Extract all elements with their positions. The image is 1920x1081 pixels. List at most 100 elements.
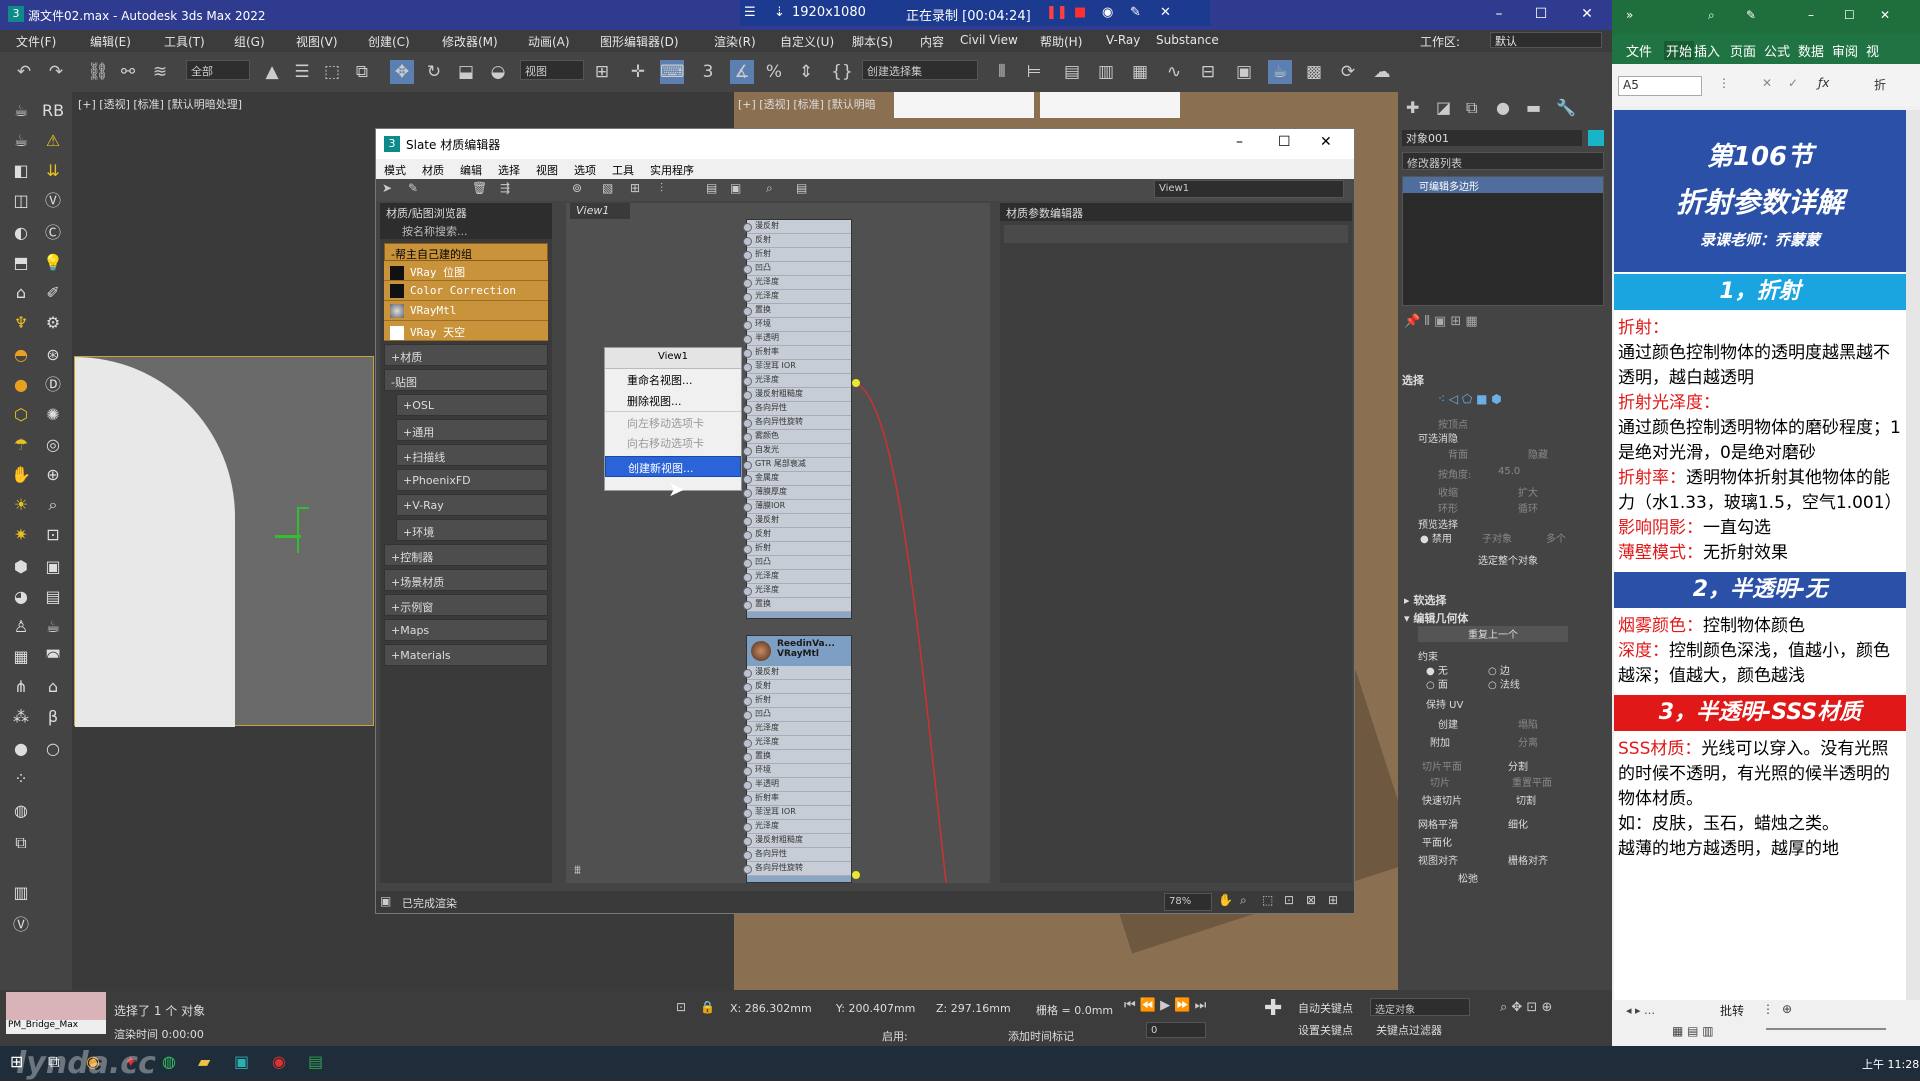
minimize-button[interactable]: – [1484, 4, 1514, 24]
xl-tab-home[interactable]: 开始 [1664, 41, 1695, 60]
add-key-icon[interactable]: ✚ [1264, 996, 1282, 1021]
excel-taskbar-icon[interactable]: ▤ [308, 1052, 323, 1071]
close-button[interactable]: ✕ [1572, 4, 1602, 24]
menu-tools[interactable]: 工具(T) [164, 33, 205, 50]
by-vertex-checkbox[interactable]: 按顶点 [1438, 416, 1468, 431]
warning-icon[interactable]: ⚠ [40, 128, 66, 154]
xl-close-button[interactable]: ✕ [1880, 8, 1890, 22]
vray-sphere-icon[interactable]: ◐ [8, 220, 34, 246]
object-color-swatch[interactable] [1588, 130, 1604, 146]
fit-icon[interactable]: ⊞ [1328, 893, 1338, 907]
function-icon[interactable]: ƒx [1818, 76, 1829, 90]
preserve-uv-checkbox[interactable]: 保持 UV [1426, 696, 1463, 711]
slate-close-button[interactable]: ✕ [1320, 134, 1332, 150]
subgroup-environment[interactable]: +环境 [396, 519, 548, 541]
placement-icon[interactable]: ◒ [486, 60, 510, 84]
rect-selection-icon[interactable]: ⬚ [320, 60, 344, 84]
target-icon[interactable]: ⊕ [40, 462, 66, 488]
excel-sheet-content[interactable]: 第106节 折射参数详解 录课老师：乔蒙蒙 1，折射 折射： 通过颜色控制物体的透… [1614, 110, 1906, 1000]
collapse-button[interactable]: 塌陷 [1518, 716, 1538, 731]
more-icon[interactable]: ⋮ [1718, 76, 1730, 90]
coord-y-field[interactable]: Y: 200.407mm [836, 1002, 915, 1015]
view-align-button[interactable]: 视图对齐 [1418, 852, 1458, 867]
display-tab-icon[interactable]: ▬ [1526, 98, 1541, 117]
group-controllers[interactable]: +控制器 [384, 544, 548, 566]
view-mode-icons[interactable]: ▦ ▤ ▥ [1672, 1024, 1714, 1038]
menu-help[interactable]: 帮助(H) [1040, 33, 1082, 50]
vray-camera-icon[interactable]: ◧ [8, 158, 34, 184]
grow-button[interactable]: 扩大 [1518, 484, 1538, 499]
spinner-snap-icon[interactable]: ⇕ [794, 60, 818, 84]
close-recorder-icon[interactable]: ✕ [1160, 5, 1171, 20]
3dsmax-taskbar-icon[interactable]: ▣ [234, 1052, 249, 1071]
select-tool-icon[interactable]: ➤ [382, 181, 392, 195]
lock-icon[interactable]: 🔒 [700, 1000, 715, 1014]
pause-icon[interactable]: ❚❚ [1046, 5, 1068, 20]
grass-icon[interactable]: ⋔ [8, 674, 34, 700]
select-object-icon[interactable]: ▲ [260, 60, 284, 84]
pin-stack-icon[interactable]: 📌 ⫴ ▣ ⊞ ▦ [1404, 314, 1478, 329]
coord-z-field[interactable]: Z: 297.16mm [936, 1002, 1011, 1015]
modify-tab-icon[interactable]: ◪ [1436, 98, 1451, 117]
sparkle-icon[interactable]: ✷ [8, 522, 34, 548]
modifier-list-dropdown[interactable]: 修改器列表 [1402, 152, 1604, 170]
zoom-level-dropdown[interactable]: 78% [1164, 893, 1212, 911]
menu-graph-editors[interactable]: 图形编辑器(D) [600, 33, 679, 50]
slate-minimize-button[interactable]: – [1236, 134, 1243, 150]
menu-animation[interactable]: 动画(A) [528, 33, 570, 50]
slate-menu-edit[interactable]: 编辑 [460, 162, 482, 178]
subgroup-osl[interactable]: +OSL [396, 394, 548, 416]
browser-item-vray-sky[interactable]: VRay 天空 [384, 321, 548, 341]
camera-icon[interactable]: ◉ [1102, 5, 1113, 20]
menu-file[interactable]: 文件(F) [16, 33, 56, 50]
preview-subobject-radio[interactable]: 子对象 [1482, 530, 1512, 545]
undo-icon[interactable]: ↶ [12, 60, 36, 84]
menu-icon[interactable]: ☰ [744, 5, 756, 20]
xl-tab-review[interactable]: 审阅 [1832, 41, 1858, 60]
globe-icon[interactable]: ◕ [8, 584, 34, 610]
ctx-create-new-view[interactable]: 创建新视图... [605, 456, 741, 477]
lightbulb-icon[interactable]: 💡 [40, 250, 66, 276]
selection-rollout[interactable]: 选择 [1402, 372, 1608, 388]
mesh-smooth-button[interactable]: 网格平滑 [1418, 816, 1458, 831]
cut-button[interactable]: 切割 [1516, 792, 1536, 807]
subgroup-general[interactable]: +通用 [396, 419, 548, 441]
slate-menu-modes[interactable]: 模式 [384, 162, 406, 178]
create-button[interactable]: 创建 [1438, 716, 1458, 731]
zoom-icon[interactable]: ⌕ [766, 181, 773, 196]
folder-icon[interactable]: ▰ [198, 1052, 210, 1071]
double-chevron-down-icon[interactable]: ⇊ [40, 158, 66, 184]
create-tab-icon[interactable]: ✚ [1406, 98, 1419, 117]
render-setup-icon[interactable]: ☕ [1268, 60, 1292, 84]
repeat-last-button[interactable]: 重复上一个 [1418, 626, 1568, 642]
rotate-icon[interactable]: ↻ [422, 60, 446, 84]
slate-maximize-button[interactable]: ☐ [1278, 134, 1291, 150]
auto-key-button[interactable]: 自动关键点 [1298, 1000, 1353, 1016]
grey-sphere-icon[interactable]: ● [8, 736, 34, 762]
search-icon[interactable]: ⌕ [1708, 8, 1715, 23]
shrink-button[interactable]: 收缩 [1438, 484, 1458, 499]
unlink-icon[interactable]: ⚯ [116, 60, 140, 84]
constraint-normal-radio[interactable]: ○ 法线 [1488, 676, 1520, 691]
floating-window-1[interactable] [894, 92, 1034, 118]
constraint-edge-radio[interactable]: ○ 边 [1488, 662, 1510, 677]
key-mode-dropdown[interactable]: 选定对象 [1370, 998, 1470, 1016]
maximize-button[interactable]: ☐ [1526, 4, 1556, 24]
layout-children-icon[interactable]: ⫶ [660, 181, 663, 196]
split-checkbox[interactable]: 分割 [1508, 758, 1528, 773]
background-icon[interactable]: ▧ [602, 181, 613, 195]
record-icon[interactable]: ◉ [272, 1052, 286, 1071]
slice-button[interactable]: 切片 [1430, 774, 1450, 789]
render-production-icon[interactable]: ⟳ [1336, 60, 1360, 84]
search-by-name-input[interactable]: 按名称搜索... [380, 221, 552, 239]
v-logo-icon[interactable]: Ⓥ [8, 912, 34, 938]
grid-align-button[interactable]: 栅格对齐 [1508, 852, 1548, 867]
cube-icon[interactable]: ⬢ [8, 554, 34, 580]
loop-button[interactable]: 循环 [1518, 500, 1538, 515]
layout-icon[interactable]: ⊞ [630, 181, 640, 195]
slate-menu-utilities[interactable]: 实用程序 [650, 162, 694, 178]
tessellate-button[interactable]: 细化 [1508, 816, 1528, 831]
navigator-icon[interactable]: ⩩ [574, 863, 581, 878]
xl-maximize-button[interactable]: ☐ [1844, 8, 1855, 22]
disc-icon[interactable]: ◎ [40, 432, 66, 458]
